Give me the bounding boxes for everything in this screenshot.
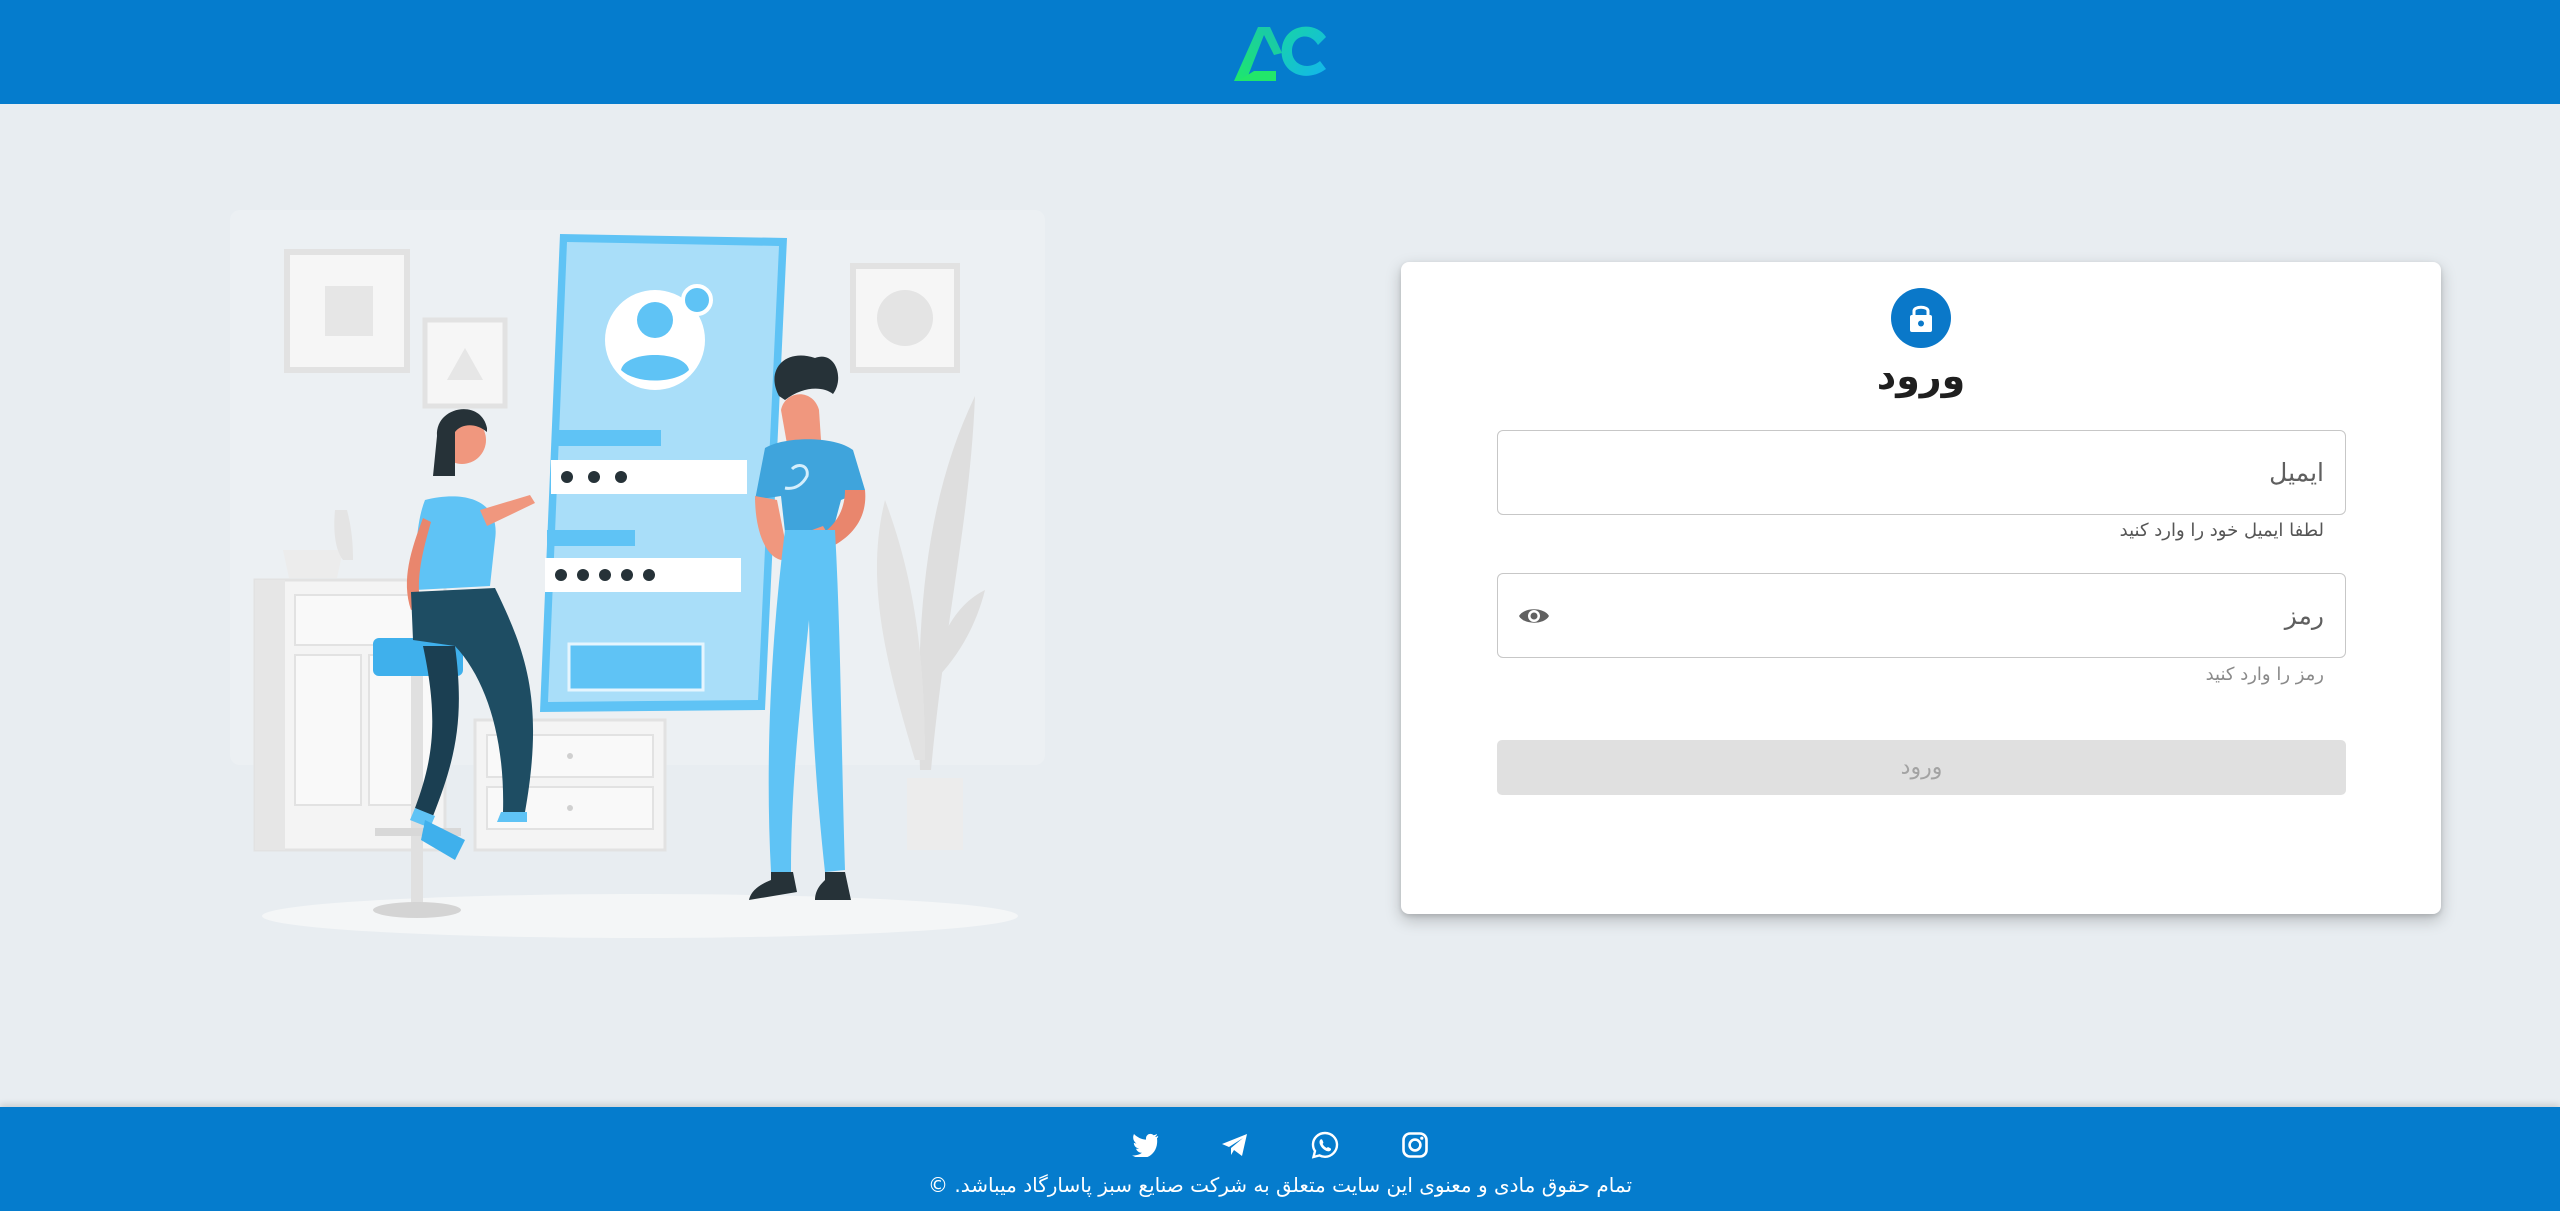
telegram-icon[interactable] [1219, 1129, 1251, 1161]
twitter-icon[interactable] [1129, 1129, 1161, 1161]
social-links [0, 1129, 2560, 1161]
copyright-text: تمام حقوق مادی و معنوی این سایت متعلق به… [927, 1173, 1633, 1197]
email-field-wrapper [1497, 430, 2346, 515]
login-title: ورود [1876, 354, 1966, 398]
password-input[interactable] [1498, 574, 2345, 657]
login-card: ورود لطفا ایمیل خود را وارد کنید رمز را … [1401, 262, 2441, 914]
eye-icon [1519, 609, 1549, 623]
lock-avatar [1891, 288, 1951, 348]
password-field-wrapper [1497, 573, 2346, 658]
email-helper-text: لطفا ایمیل خود را وارد کنید [2119, 520, 2324, 541]
login-illustration [230, 210, 1045, 938]
password-helper-text: رمز را وارد کنید [2205, 664, 2324, 685]
login-submit-button[interactable]: ورود [1497, 740, 2346, 795]
instagram-icon[interactable] [1399, 1129, 1431, 1161]
email-input[interactable] [1498, 431, 2345, 514]
ac-logo-icon[interactable] [1230, 19, 1330, 85]
toggle-password-visibility-button[interactable] [1514, 596, 1554, 636]
whatsapp-icon[interactable] [1309, 1129, 1341, 1161]
top-header [0, 0, 2560, 104]
site-footer: تمام حقوق مادی و معنوی این سایت متعلق به… [0, 1107, 2560, 1211]
lock-icon [1910, 305, 1932, 332]
